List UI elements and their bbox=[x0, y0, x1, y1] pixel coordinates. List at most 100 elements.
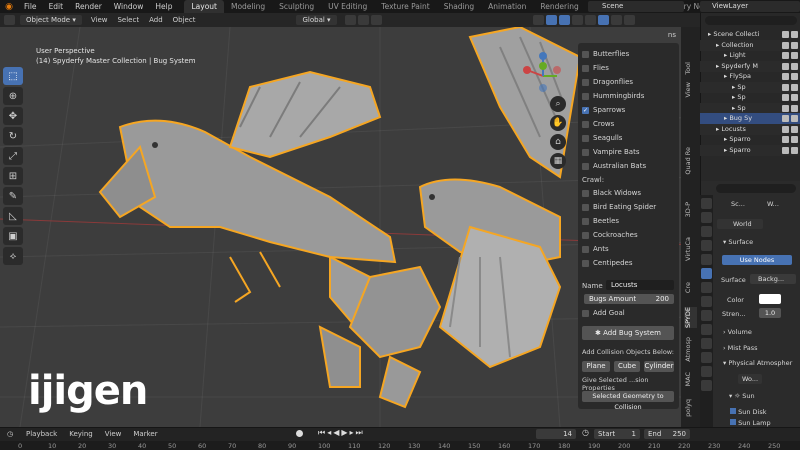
zoom-icon[interactable]: ⌕ bbox=[550, 96, 566, 112]
fly-option-vampire-bats[interactable]: Vampire Bats bbox=[582, 147, 639, 157]
fly-option-crows[interactable]: Crows bbox=[582, 119, 614, 129]
checkbox-icon[interactable] bbox=[582, 120, 589, 128]
annotate-tool-icon[interactable]: ✎ bbox=[3, 187, 23, 205]
crawl-option-ants[interactable]: Ants bbox=[582, 244, 609, 254]
camera-render-icon[interactable] bbox=[791, 115, 798, 122]
output-props-icon[interactable] bbox=[701, 226, 712, 237]
gizmo-toggle-icon[interactable] bbox=[545, 15, 557, 25]
timeline-menu-keying[interactable]: Keying bbox=[63, 430, 99, 438]
workspace-tab-rendering[interactable]: Rendering bbox=[533, 0, 585, 13]
end-frame-field[interactable]: End 250 bbox=[644, 429, 690, 439]
measure-tool-icon[interactable]: ◺ bbox=[3, 207, 23, 225]
volume-section-header[interactable]: › Volume bbox=[723, 328, 752, 336]
add-collision-cube-button[interactable]: Cube bbox=[614, 361, 640, 372]
timeline-ruler[interactable]: 250 240 230 220 210 200 190 180 170 160 150 140 130 1… bbox=[0, 441, 800, 450]
ortho-grid-icon[interactable]: ▦ bbox=[550, 153, 566, 169]
texture-props-icon[interactable] bbox=[701, 380, 712, 391]
camera-render-icon[interactable] bbox=[791, 83, 798, 91]
checkbox-icon[interactable] bbox=[582, 245, 589, 253]
camera-render-icon[interactable] bbox=[791, 136, 798, 143]
eye-icon[interactable] bbox=[782, 115, 789, 122]
checkbox-icon[interactable] bbox=[582, 50, 589, 58]
wireframe-shading-icon[interactable] bbox=[584, 15, 596, 25]
crawl-option-centipedes[interactable]: Centipedes bbox=[582, 258, 632, 268]
world-props-icon[interactable] bbox=[701, 268, 712, 279]
camera-render-icon[interactable] bbox=[791, 104, 798, 112]
top-menu-render[interactable]: Render bbox=[69, 0, 108, 13]
camera-render-icon[interactable] bbox=[791, 41, 798, 49]
sidebar-tab-atmosp[interactable]: Atmosp bbox=[684, 337, 697, 362]
particles-props-icon[interactable] bbox=[701, 310, 712, 321]
eye-icon[interactable] bbox=[782, 125, 789, 133]
current-frame-field[interactable]: 14 bbox=[536, 429, 576, 439]
sidebar-tab-cre[interactable]: Cre bbox=[684, 282, 697, 293]
outliner-row[interactable]: ▸ Spyderfy M bbox=[700, 60, 800, 72]
add-cube-tool-icon[interactable]: ▣ bbox=[3, 227, 23, 245]
crawl-option-bird-eating-spider[interactable]: Bird Eating Spider bbox=[582, 202, 656, 212]
outliner-row[interactable]: ▸ Sparro bbox=[700, 134, 800, 145]
eye-icon[interactable] bbox=[782, 73, 789, 80]
xray-icon[interactable] bbox=[571, 15, 583, 25]
fly-option-dragonflies[interactable]: Dragonflies bbox=[582, 77, 633, 87]
viewport-menu-select[interactable]: Select bbox=[112, 16, 144, 24]
color-swatch[interactable] bbox=[759, 294, 781, 304]
snap-icon[interactable] bbox=[357, 15, 369, 25]
sidebar-tab-spyde[interactable]: SPYDE bbox=[684, 307, 697, 328]
checkbox-icon[interactable]: ✓ bbox=[582, 106, 589, 114]
playback-controls[interactable]: ⏮◂◀▶▸⏭ bbox=[318, 428, 365, 438]
timeline-menu-marker[interactable]: Marker bbox=[127, 430, 163, 438]
camera-render-icon[interactable] bbox=[791, 146, 798, 154]
checkbox-icon[interactable] bbox=[582, 134, 589, 142]
eye-icon[interactable] bbox=[782, 104, 789, 112]
checkbox-icon[interactable] bbox=[582, 162, 589, 170]
workspace-tab-uv-editing[interactable]: UV Editing bbox=[321, 0, 374, 13]
use-nodes-button[interactable]: Use Nodes bbox=[722, 255, 792, 265]
checkbox-icon[interactable] bbox=[582, 64, 589, 72]
tool-props-icon[interactable] bbox=[701, 198, 712, 209]
camera-render-icon[interactable] bbox=[791, 52, 798, 59]
sidebar-tab-view[interactable]: View bbox=[684, 82, 697, 97]
checkbox-icon[interactable] bbox=[582, 189, 589, 197]
world-selector[interactable]: World bbox=[717, 219, 763, 229]
camera-render-icon[interactable] bbox=[791, 73, 798, 80]
transform-tool-icon[interactable]: ⊞ bbox=[3, 167, 23, 185]
outliner-row[interactable]: ▸ FlySpa bbox=[700, 71, 800, 82]
checkbox-icon[interactable] bbox=[582, 217, 589, 225]
extra-tool-icon[interactable]: ⟡ bbox=[3, 247, 23, 265]
pivot-icon[interactable] bbox=[344, 15, 356, 25]
add-bug-system-button[interactable]: ✱ Add Bug System bbox=[582, 326, 674, 340]
timeline-menu-playback[interactable]: Playback bbox=[20, 430, 63, 438]
select-box-tool-icon[interactable]: ⬚ bbox=[3, 67, 23, 85]
sidebar-tab-virtuca[interactable]: VirtuCa bbox=[684, 237, 697, 261]
sun-lamp-checkbox[interactable]: Sun Lamp bbox=[730, 419, 771, 427]
sidebar-tab-polyq[interactable]: polyq bbox=[684, 399, 697, 417]
workspace-tab-texture-paint[interactable]: Texture Paint bbox=[374, 0, 436, 13]
eye-icon[interactable] bbox=[782, 52, 789, 59]
crawl-option-cockroaches[interactable]: Cockroaches bbox=[582, 230, 638, 240]
outliner-row[interactable]: ▸ Collection bbox=[700, 39, 800, 51]
clock-range-icon[interactable]: ◷ bbox=[582, 428, 589, 437]
strength-field[interactable]: 1.0 bbox=[759, 308, 781, 318]
timeline-menu-view[interactable]: View bbox=[99, 430, 128, 438]
top-menu-window[interactable]: Window bbox=[108, 0, 150, 13]
solid-shading-icon[interactable] bbox=[597, 15, 609, 25]
outliner-row[interactable]: ▸ Locusts bbox=[700, 123, 800, 135]
move-tool-icon[interactable]: ✥ bbox=[3, 107, 23, 125]
mode-dropdown[interactable]: Object Mode ▾ bbox=[20, 15, 82, 25]
editor-type-icon[interactable] bbox=[4, 15, 15, 25]
checkbox-icon[interactable] bbox=[582, 259, 589, 267]
fly-option-butterflies[interactable]: Butterflies bbox=[582, 49, 629, 59]
bugs-amount-field[interactable]: Bugs Amount 200 bbox=[584, 294, 674, 304]
properties-search-input[interactable] bbox=[716, 184, 796, 193]
selected-geometry-button[interactable]: Selected Geometry to Collision bbox=[582, 391, 674, 411]
rendered-shading-icon[interactable] bbox=[623, 15, 635, 25]
physics-props-icon[interactable] bbox=[701, 324, 712, 335]
fly-option-hummingbirds[interactable]: Hummingbirds bbox=[582, 91, 644, 101]
pan-hand-icon[interactable]: ✋ bbox=[550, 115, 566, 131]
rotate-tool-icon[interactable]: ↻ bbox=[3, 127, 23, 145]
object-props-icon[interactable] bbox=[701, 282, 712, 293]
outliner-search-input[interactable] bbox=[705, 16, 797, 25]
view-layer-selector[interactable]: ViewLayer bbox=[700, 1, 800, 12]
workspace-tab-layout[interactable]: Layout bbox=[184, 0, 224, 13]
record-icon[interactable] bbox=[296, 430, 303, 437]
